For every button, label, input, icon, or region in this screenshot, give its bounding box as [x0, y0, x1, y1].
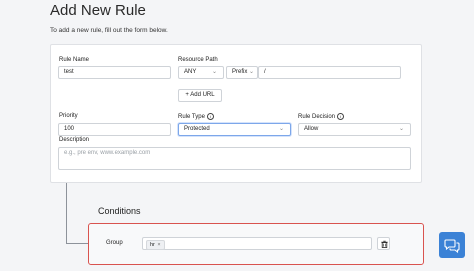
- add-url-button[interactable]: + Add URL: [178, 89, 222, 102]
- description-label: Description: [59, 137, 90, 143]
- rule-decision-value: Allow: [304, 126, 319, 132]
- page-title: Add New Rule: [50, 2, 146, 19]
- chevron-down-icon: ⌄: [248, 69, 254, 75]
- chevron-down-icon: ⌄: [278, 126, 284, 132]
- resource-path-label: Resource Path: [178, 57, 218, 63]
- chevron-down-icon: ⌄: [398, 126, 404, 132]
- chat-button[interactable]: [439, 232, 465, 258]
- rule-decision-label-text: Rule Decision: [298, 114, 336, 121]
- rule-type-select[interactable]: Protected ⌄: [178, 123, 291, 136]
- group-tag-label: hr: [150, 242, 155, 248]
- condition-connector-vertical: [66, 183, 67, 243]
- description-textarea[interactable]: e.g., pre env, www.example.com: [58, 147, 411, 170]
- rule-decision-label: Rule Decision i: [298, 113, 345, 121]
- match-type-select[interactable]: Prefix ⌄: [226, 66, 258, 79]
- method-value: ANY: [184, 69, 197, 75]
- priority-label: Priority: [59, 113, 78, 119]
- group-label: Group: [106, 240, 123, 246]
- chevron-down-icon: ⌄: [211, 69, 217, 75]
- rule-name-input[interactable]: test: [58, 66, 171, 79]
- info-icon[interactable]: i: [206, 113, 214, 120]
- tag-remove-icon[interactable]: ×: [157, 242, 160, 248]
- info-icon[interactable]: i: [337, 113, 345, 120]
- condition-connector-horizontal: [66, 243, 88, 244]
- priority-input[interactable]: 100: [58, 123, 171, 136]
- conditions-title: Conditions: [98, 206, 141, 216]
- method-select[interactable]: ANY ⌄: [178, 66, 224, 79]
- rule-type-label-text: Rule Type: [178, 114, 205, 121]
- rule-type-value: Protected: [184, 126, 210, 132]
- group-tag-input[interactable]: hr ×: [142, 237, 372, 250]
- group-tag: hr ×: [146, 240, 165, 250]
- rule-name-label: Rule Name: [59, 57, 90, 63]
- rule-type-label: Rule Type i: [178, 113, 214, 120]
- page-subtitle: To add a new rule, fill out the form bel…: [50, 27, 168, 34]
- match-type-value: Prefix: [232, 69, 248, 75]
- chat-icon: [444, 239, 460, 254]
- trash-icon: [380, 240, 388, 248]
- path-input[interactable]: /: [258, 66, 401, 79]
- rule-decision-select[interactable]: Allow ⌄: [298, 123, 411, 136]
- delete-condition-button[interactable]: [377, 237, 390, 250]
